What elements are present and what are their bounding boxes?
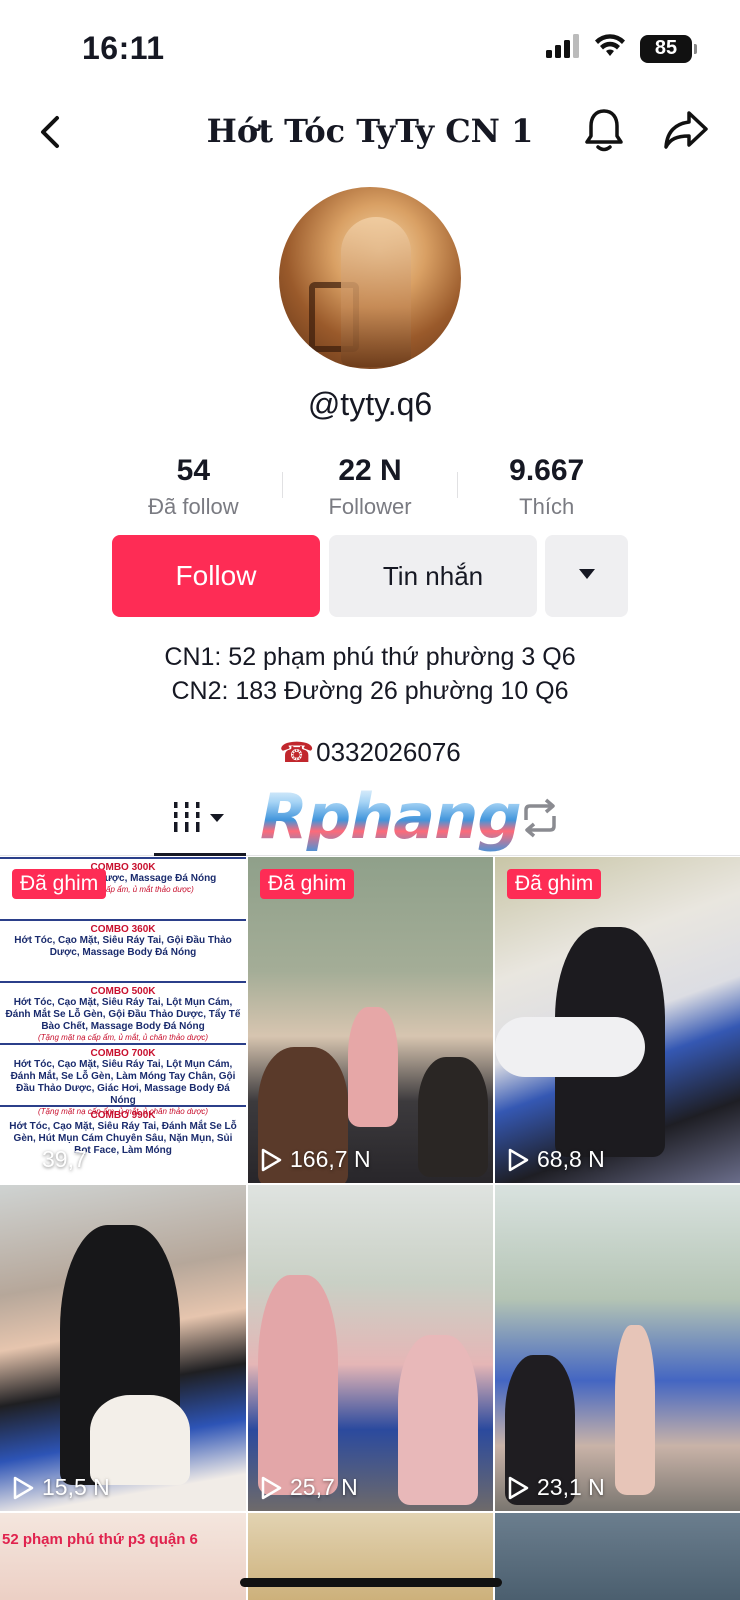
view-count: 68,8 N — [507, 1146, 605, 1173]
signal-icon — [546, 34, 580, 63]
bio: CN1: 52 phạm phú thứ phường 3 Q6 CN2: 18… — [0, 640, 740, 708]
view-count: 15,5 N — [12, 1474, 110, 1501]
play-icon — [508, 1476, 529, 1499]
play-icon — [261, 1476, 282, 1499]
play-icon — [261, 1148, 282, 1171]
view-count-text: 166,7 N — [290, 1146, 371, 1172]
combo-note: (Tặng mặt nạ cấp ẩm, ủ mắt, ủ chân thảo … — [38, 1033, 208, 1042]
view-count-text: 15,5 N — [42, 1474, 110, 1500]
view-count: 25,7 N — [260, 1474, 358, 1501]
play-icon — [508, 1148, 529, 1171]
video-tile[interactable]: COMBO 300K Gội Đầu Thảo Dược, Massage Đá… — [0, 857, 246, 1183]
pinned-badge: Đã ghim — [507, 869, 602, 899]
tab-reposts[interactable] — [514, 798, 566, 844]
nav-bar: Hớt Tóc TyTy CN 1 — [0, 100, 740, 164]
video-tile[interactable]: 23,1 N — [495, 1185, 740, 1511]
share-icon[interactable] — [660, 104, 712, 156]
follow-button[interactable]: Follow — [112, 535, 320, 617]
bio-line: CN2: 183 Đường 26 phường 10 Q6 — [171, 677, 569, 705]
status-bar: 16:11 85 — [0, 0, 740, 100]
tab-videos[interactable] — [154, 800, 246, 856]
video-tile[interactable]: 52 phạm phú thứ p3 quận 6 — [0, 1513, 246, 1600]
video-tile[interactable]: Đã ghim 166,7 N — [248, 857, 493, 1183]
skirt-shape — [90, 1395, 190, 1485]
caret-down-icon — [578, 567, 596, 585]
video-tile[interactable]: 25,7 N — [248, 1185, 493, 1511]
view-count-text: 68,8 N — [537, 1146, 605, 1172]
menu-combo: COMBO 500K Hớt Tóc, Cạo Mặt, Siêu Ráy Ta… — [0, 981, 246, 1043]
avatar-figure-shape — [341, 217, 411, 367]
wifi-icon — [594, 34, 626, 63]
stat-label: Thích — [519, 494, 575, 519]
stat-value: 9.667 — [509, 454, 585, 487]
status-time: 16:11 — [82, 30, 165, 66]
view-count-text: 25,7 N — [290, 1474, 358, 1500]
view-count: 39,7 — [12, 1146, 87, 1173]
menu-combo: COMBO 360K Hớt Tóc, Cạo Mặt, Siêu Ráy Ta… — [0, 919, 246, 981]
pinned-badge: Đã ghim — [260, 869, 355, 899]
phone-line: ☎ 0332026076 — [0, 736, 740, 769]
view-count: 166,7 N — [260, 1146, 371, 1173]
battery-indicator: 85 — [640, 34, 697, 63]
combo-title: COMBO 360K — [90, 924, 156, 935]
content-tabs: Rphang — [0, 780, 740, 856]
person-shape — [258, 1275, 338, 1495]
profile-stats: 54 Đã follow 22 N Follower 9.667 Thích — [105, 450, 635, 530]
person-shape — [418, 1057, 488, 1177]
pillow-shape — [495, 1017, 645, 1077]
phone-number: 0332026076 — [316, 737, 461, 767]
video-tile[interactable]: Đã ghim 68,8 N — [495, 857, 740, 1183]
video-caption: 52 phạm phú thứ p3 quận 6 — [2, 1531, 198, 1548]
watermark-logo: Rphang — [260, 780, 522, 853]
play-icon — [13, 1148, 34, 1171]
person-shape — [348, 1007, 398, 1127]
username: @tyty.q6 — [307, 386, 433, 422]
stat-followers[interactable]: 22 N Follower — [281, 450, 459, 530]
video-tile[interactable]: 15,5 N — [0, 1185, 246, 1511]
combo-title: COMBO 700K — [90, 1048, 156, 1059]
combo-desc: Hớt Tóc, Cạo Mặt, Siêu Ráy Tai, Gội Đầu … — [14, 935, 232, 958]
telephone-icon: ☎ — [279, 737, 315, 768]
avatar[interactable] — [279, 187, 461, 369]
pinned-badge: Đã ghim — [12, 869, 107, 899]
combo-title: COMBO 500K — [90, 986, 156, 997]
active-tab-indicator — [154, 853, 246, 856]
repost-icon — [518, 798, 562, 844]
video-tile[interactable] — [495, 1513, 740, 1600]
person-shape — [398, 1335, 478, 1505]
suggested-accounts-button[interactable] — [545, 535, 628, 617]
status-icons: 85 — [546, 34, 697, 63]
stat-divider — [281, 472, 283, 498]
view-count-text: 23,1 N — [537, 1474, 605, 1500]
stat-label: Đã follow — [148, 494, 239, 519]
play-icon — [13, 1476, 34, 1499]
bell-icon[interactable] — [578, 104, 630, 156]
bio-line: CN1: 52 phạm phú thứ phường 3 Q6 — [164, 643, 576, 671]
videos-grid-icon — [172, 800, 228, 839]
video-grid: COMBO 300K Gội Đầu Thảo Dược, Massage Đá… — [0, 857, 740, 1600]
stat-value: 22 N — [338, 454, 402, 487]
stat-likes[interactable]: 9.667 Thích — [458, 450, 635, 530]
view-count-text: 39,7 — [42, 1146, 87, 1172]
person-shape — [615, 1325, 655, 1495]
combo-desc: Hớt Tóc, Cạo Mặt, Siêu Ráy Tai, Lột Mụn … — [5, 997, 241, 1032]
home-indicator[interactable] — [240, 1578, 502, 1587]
view-count: 23,1 N — [507, 1474, 605, 1501]
stat-following[interactable]: 54 Đã follow — [105, 450, 282, 530]
stat-value: 54 — [176, 454, 211, 487]
stat-label: Follower — [328, 494, 412, 519]
menu-combo: COMBO 700K Hớt Tóc, Cạo Mặt, Siêu Ráy Ta… — [0, 1043, 246, 1116]
combo-desc: Hớt Tóc, Cạo Mặt, Siêu Ráy Tai, Lột Mụn … — [10, 1059, 236, 1106]
message-button[interactable]: Tin nhắn — [329, 535, 537, 617]
